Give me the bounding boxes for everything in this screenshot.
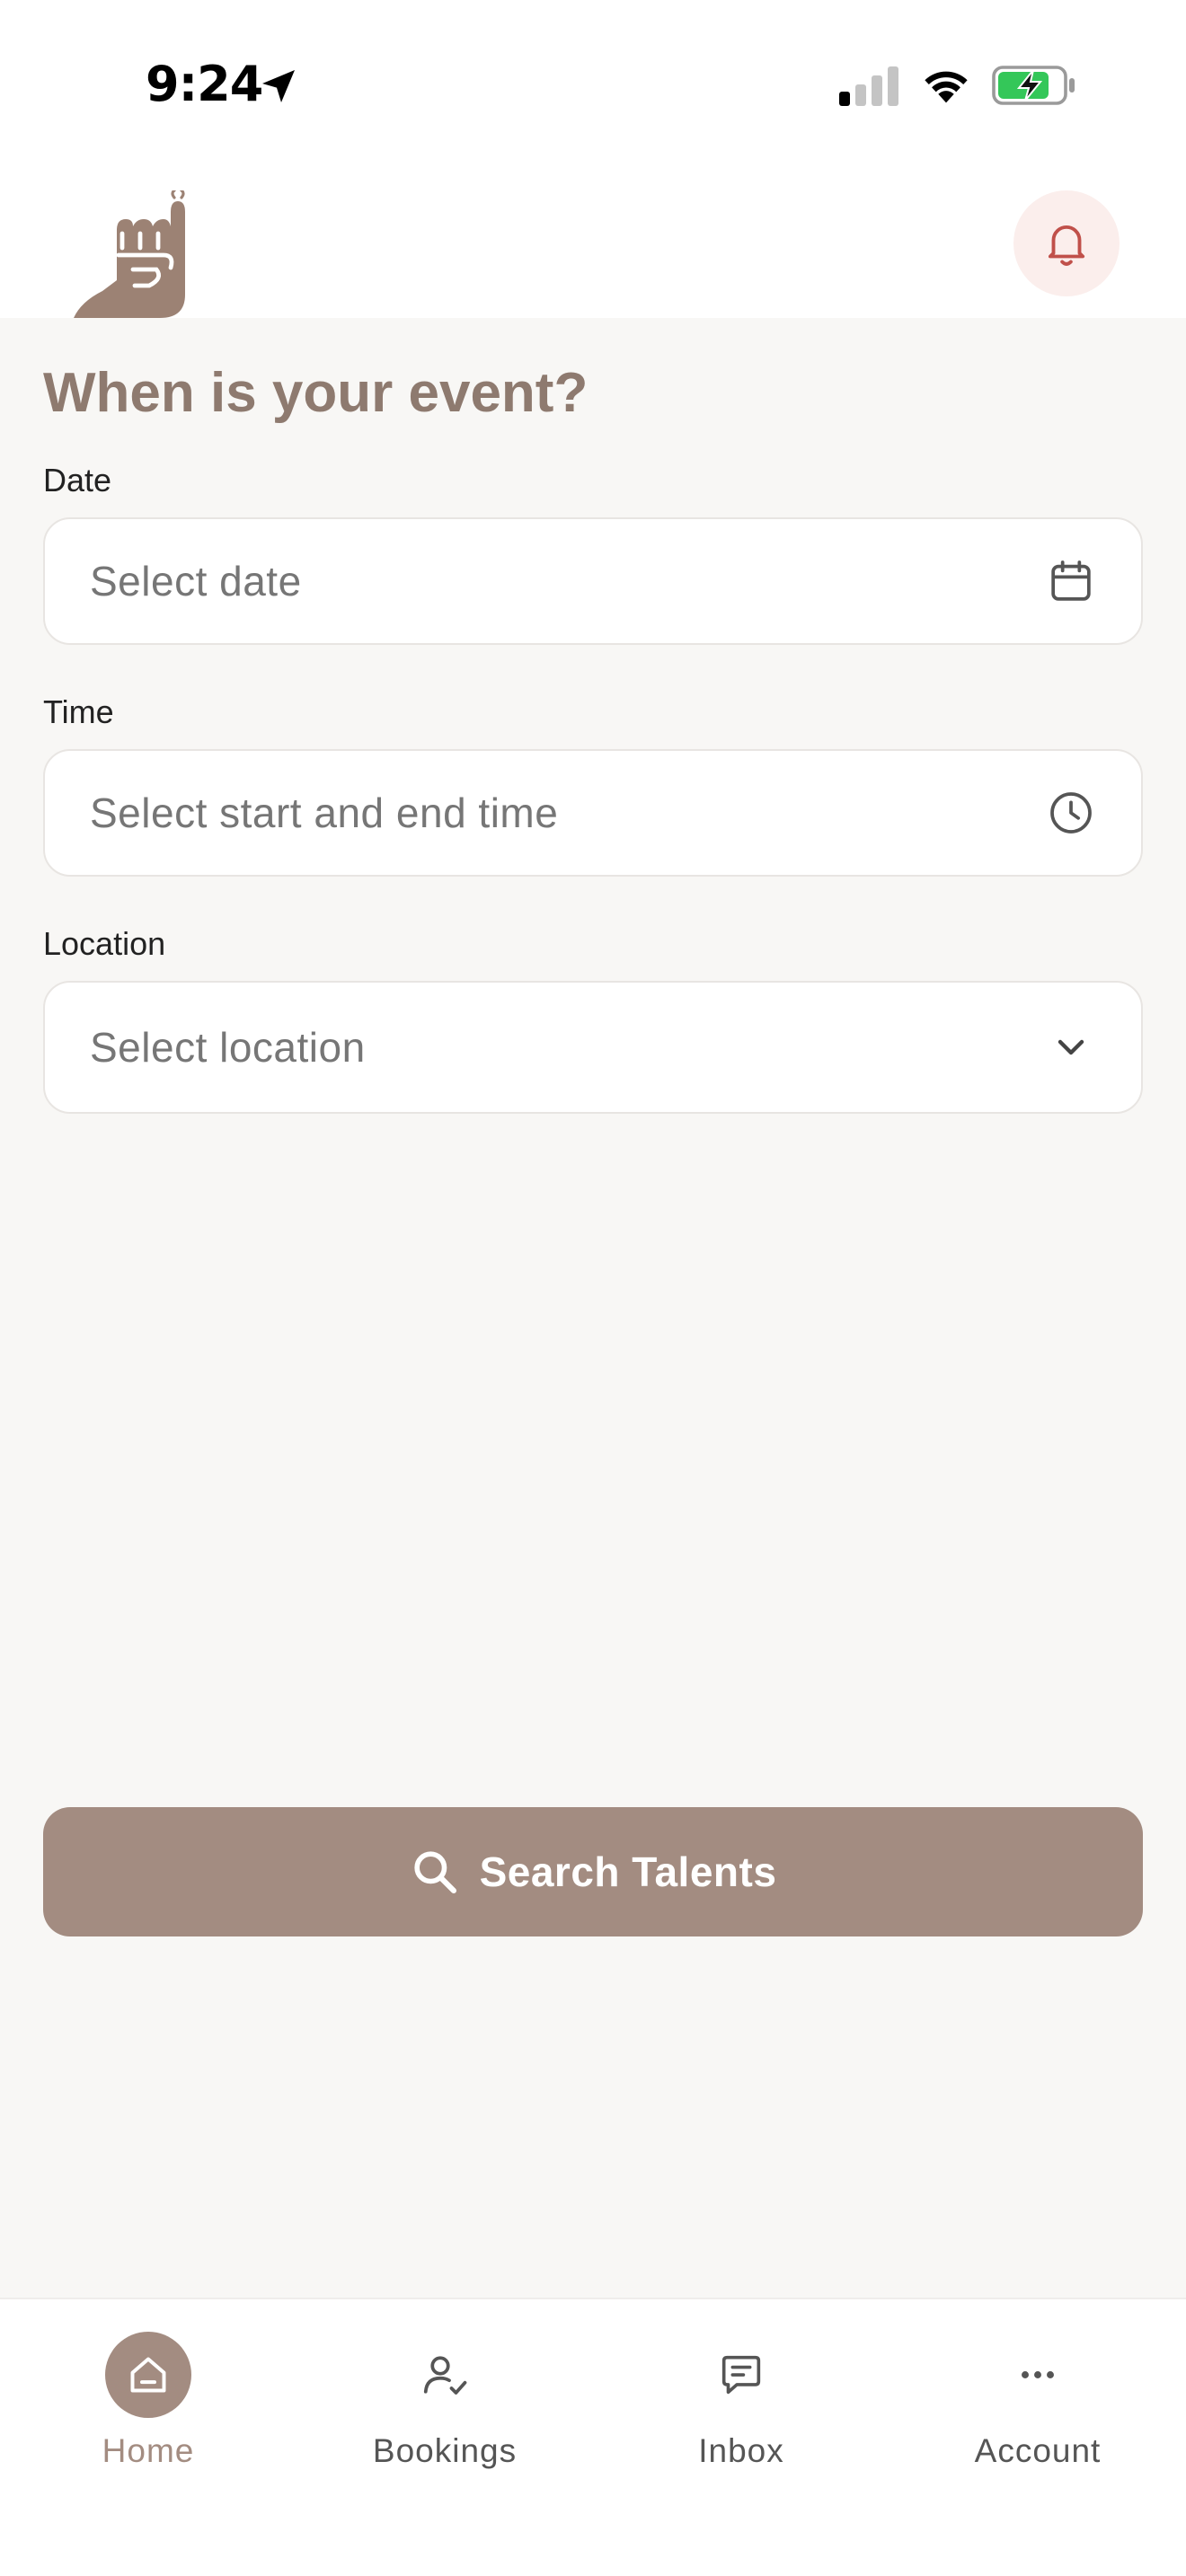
chevron-down-icon: [1046, 1022, 1096, 1072]
search-talents-button[interactable]: Search Talents: [43, 1807, 1143, 1936]
location-label: Location: [43, 925, 166, 962]
tab-account[interactable]: Account: [934, 2332, 1141, 2502]
bottom-tab-bar: Home Bookings Inbox Account: [0, 2298, 1186, 2576]
search-icon: [413, 1851, 456, 1894]
more-dots-icon: [995, 2332, 1081, 2418]
date-field[interactable]: Select date: [43, 517, 1143, 645]
event-form: When is your event? Date Select date Tim…: [0, 318, 1186, 2298]
user-check-icon: [402, 2332, 488, 2418]
battery-charging-icon: [992, 66, 1075, 105]
status-bar: 9:24: [0, 0, 1186, 171]
time-label: Time: [43, 693, 114, 730]
tab-inbox[interactable]: Inbox: [638, 2332, 845, 2502]
tab-home-label: Home: [102, 2432, 195, 2469]
time-field[interactable]: Select start and end time: [43, 749, 1143, 877]
notifications-button[interactable]: [1013, 190, 1120, 296]
calendar-icon: [1046, 556, 1096, 606]
page-title: When is your event?: [43, 362, 589, 424]
app-screen: 9:24 When is your event? Date Select dat…: [0, 0, 1186, 2576]
location-placeholder: Select location: [90, 1024, 366, 1071]
app-header: [0, 171, 1186, 318]
message-icon: [698, 2332, 784, 2418]
clock-icon: [1046, 788, 1096, 838]
search-button-label: Search Talents: [479, 1848, 777, 1895]
time-placeholder: Select start and end time: [90, 790, 559, 836]
status-time: 9:24: [146, 56, 263, 112]
pinky-promise-hand-logo: [74, 190, 185, 318]
location-select[interactable]: Select location: [43, 981, 1143, 1114]
tab-account-label: Account: [974, 2432, 1102, 2469]
tab-bookings-label: Bookings: [372, 2432, 518, 2469]
date-placeholder: Select date: [90, 558, 302, 604]
tab-inbox-label: Inbox: [698, 2432, 784, 2469]
home-icon: [105, 2332, 191, 2418]
tab-bookings[interactable]: Bookings: [341, 2332, 548, 2502]
cellular-signal-icon: [839, 66, 898, 106]
tab-home[interactable]: Home: [45, 2332, 252, 2502]
wifi-icon: [925, 71, 968, 103]
date-label: Date: [43, 462, 112, 498]
bell-icon: [1048, 225, 1085, 266]
location-arrow-icon: [262, 70, 295, 102]
